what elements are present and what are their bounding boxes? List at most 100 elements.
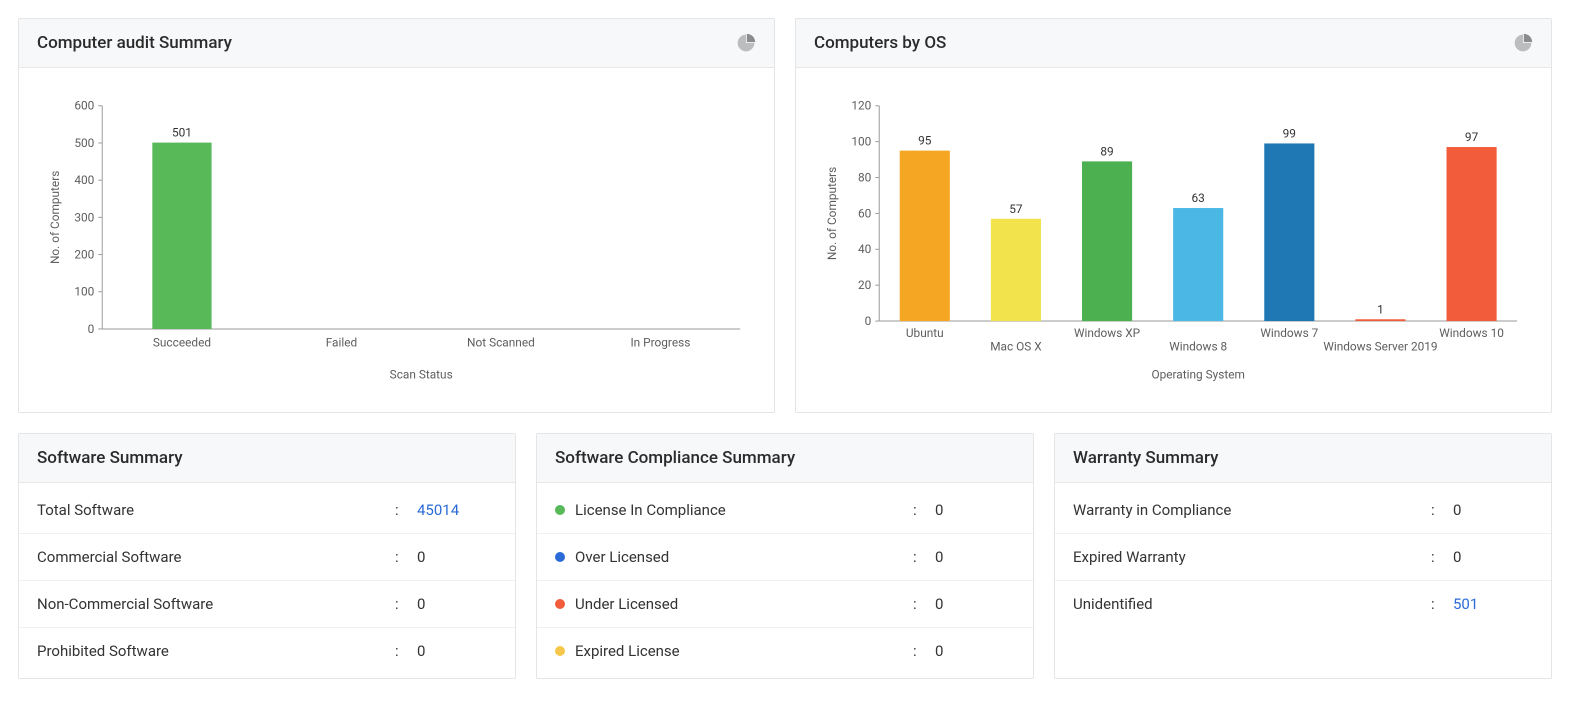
- summary-label: Expired Warranty: [1073, 548, 1431, 566]
- summary-value: 0: [1453, 548, 1533, 566]
- panel-header: Computer audit Summary: [19, 19, 774, 68]
- svg-text:600: 600: [74, 99, 94, 113]
- svg-text:95: 95: [918, 134, 932, 148]
- colon: :: [395, 548, 417, 566]
- summary-value: 0: [417, 595, 497, 613]
- summary-value: 0: [935, 595, 1015, 613]
- summary-row: Non-Commercial Software:0: [19, 581, 515, 628]
- svg-text:In Progress: In Progress: [630, 336, 690, 350]
- warranty-summary-panel: Warranty Summary Warranty in Compliance:…: [1054, 433, 1552, 679]
- colon: :: [395, 501, 417, 519]
- pie-chart-icon[interactable]: [736, 33, 756, 53]
- summary-label: Unidentified: [1073, 595, 1431, 613]
- chart-body: 0100200300400500600No. of ComputersScan …: [19, 68, 774, 412]
- svg-text:100: 100: [851, 135, 871, 149]
- os-bar-chart: 020406080100120No. of ComputersOperating…: [818, 88, 1529, 384]
- status-dot-icon: [555, 552, 565, 562]
- panel-title: Warranty Summary: [1073, 448, 1218, 468]
- summary-label: Under Licensed: [555, 595, 913, 613]
- svg-text:20: 20: [858, 278, 871, 292]
- summary-value-link[interactable]: 45014: [417, 501, 497, 519]
- svg-text:Not Scanned: Not Scanned: [467, 336, 535, 350]
- summary-row: Commercial Software:0: [19, 534, 515, 581]
- svg-text:501: 501: [172, 126, 192, 140]
- summary-label: Commercial Software: [37, 548, 395, 566]
- colon: :: [913, 595, 935, 613]
- panel-header: Software Summary: [19, 434, 515, 483]
- svg-text:57: 57: [1009, 202, 1023, 216]
- summary-value: 0: [935, 501, 1015, 519]
- svg-text:400: 400: [74, 173, 94, 187]
- svg-text:60: 60: [858, 206, 871, 220]
- status-dot-icon: [555, 646, 565, 656]
- svg-text:Ubuntu: Ubuntu: [906, 326, 944, 340]
- colon: :: [913, 642, 935, 660]
- svg-text:No. of Computers: No. of Computers: [48, 171, 62, 264]
- colon: :: [1431, 548, 1453, 566]
- status-dot-icon: [555, 599, 565, 609]
- svg-text:1: 1: [1377, 302, 1384, 316]
- svg-text:63: 63: [1192, 191, 1205, 205]
- summary-row: Expired License:0: [537, 628, 1033, 674]
- summary-row: Over Licensed:0: [537, 534, 1033, 581]
- svg-text:0: 0: [88, 322, 95, 336]
- panel-header: Warranty Summary: [1055, 434, 1551, 483]
- summary-label: Over Licensed: [555, 548, 913, 566]
- svg-text:97: 97: [1465, 130, 1479, 144]
- pie-chart-icon[interactable]: [1513, 33, 1533, 53]
- summary-row: Unidentified:501: [1055, 581, 1551, 627]
- colon: :: [913, 548, 935, 566]
- summary-value: 0: [935, 642, 1015, 660]
- panel-header: Software Compliance Summary: [537, 434, 1033, 483]
- svg-text:120: 120: [851, 99, 871, 113]
- colon: :: [395, 595, 417, 613]
- summary-list: License In Compliance:0Over Licensed:0Un…: [537, 483, 1033, 678]
- summary-row: Prohibited Software:0: [19, 628, 515, 674]
- svg-text:99: 99: [1283, 127, 1296, 141]
- colon: :: [1431, 595, 1453, 613]
- panel-header: Computers by OS: [796, 19, 1551, 68]
- svg-text:Windows Server 2019: Windows Server 2019: [1323, 340, 1437, 354]
- svg-text:Scan Status: Scan Status: [390, 367, 453, 381]
- panel-title: Computers by OS: [814, 33, 946, 53]
- panel-title: Software Compliance Summary: [555, 448, 795, 468]
- svg-text:Windows 8: Windows 8: [1169, 340, 1227, 354]
- svg-text:200: 200: [74, 248, 94, 262]
- os-summary-panel: Computers by OS 0 20 40 60 80 100 120 No. of Co…: [795, 18, 1552, 413]
- audit-bar-chart: 0100200300400500600No. of ComputersScan …: [41, 88, 752, 384]
- summary-row: Under Licensed:0: [537, 581, 1033, 628]
- summary-value: 0: [417, 642, 497, 660]
- colon: :: [913, 501, 935, 519]
- summary-value: 0: [417, 548, 497, 566]
- svg-text:40: 40: [858, 242, 871, 256]
- chart-body: 020406080100120No. of ComputersOperating…: [796, 68, 1551, 412]
- summary-value-link[interactable]: 501: [1453, 595, 1533, 613]
- summary-list: Warranty in Compliance:0Expired Warranty…: [1055, 483, 1551, 631]
- svg-text:Mac OS X: Mac OS X: [990, 340, 1042, 354]
- panel-title: Software Summary: [37, 448, 183, 468]
- svg-text:No. of Computers: No. of Computers: [825, 167, 839, 260]
- status-dot-icon: [555, 505, 565, 515]
- summary-row: License In Compliance:0: [537, 487, 1033, 534]
- svg-text:100: 100: [74, 285, 94, 299]
- compliance-summary-panel: Software Compliance Summary License In C…: [536, 433, 1034, 679]
- software-summary-panel: Software Summary Total Software:45014Com…: [18, 433, 516, 679]
- colon: :: [1431, 501, 1453, 519]
- svg-text:Windows 10: Windows 10: [1439, 326, 1504, 340]
- svg-text:300: 300: [74, 210, 94, 224]
- summary-label: License In Compliance: [555, 501, 913, 519]
- summary-label: Warranty in Compliance: [1073, 501, 1431, 519]
- summary-label: Prohibited Software: [37, 642, 395, 660]
- svg-text:Windows XP: Windows XP: [1074, 326, 1141, 340]
- svg-text:0: 0: [865, 314, 872, 328]
- summary-row: Expired Warranty:0: [1055, 534, 1551, 581]
- svg-text:89: 89: [1100, 144, 1113, 158]
- svg-text:Windows 7: Windows 7: [1260, 326, 1318, 340]
- summary-value: 0: [1453, 501, 1533, 519]
- charts-row: Computer audit Summary 01002003004005006…: [18, 18, 1552, 413]
- panel-title: Computer audit Summary: [37, 33, 232, 53]
- summary-value: 0: [935, 548, 1015, 566]
- summary-label: Non-Commercial Software: [37, 595, 395, 613]
- summary-label: Expired License: [555, 642, 913, 660]
- svg-text:80: 80: [858, 170, 871, 184]
